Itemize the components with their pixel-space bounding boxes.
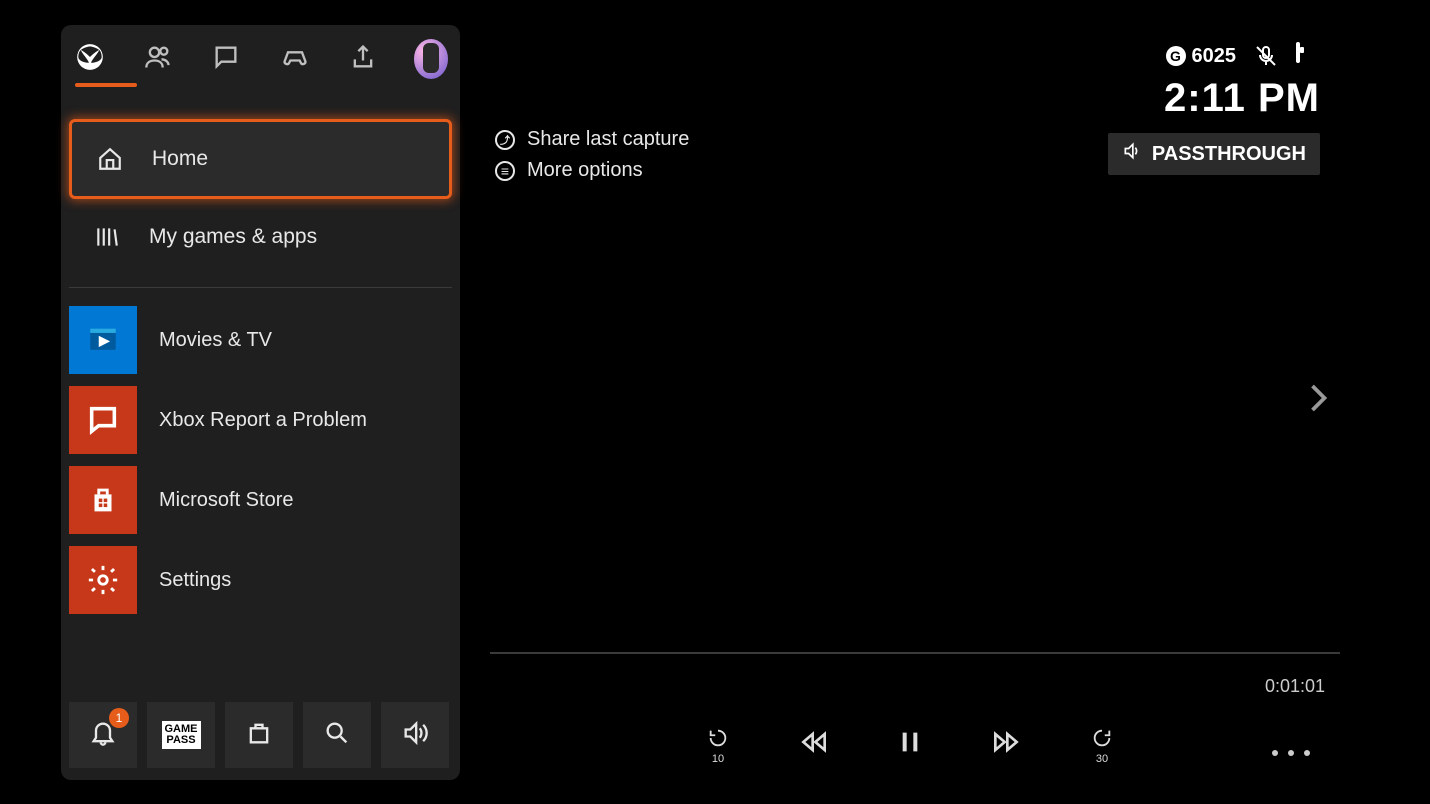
guide-tab-controller[interactable] bbox=[278, 39, 312, 79]
playback-controls: 10 30 bbox=[490, 724, 1330, 764]
skip-forward-button[interactable]: 30 bbox=[1082, 724, 1122, 764]
gamepass-icon: GAME PASS bbox=[162, 721, 201, 749]
guide-body: Home My games & apps Movies & TV Xbox Re… bbox=[61, 79, 460, 692]
people-icon bbox=[144, 43, 172, 76]
app-label: Microsoft Store bbox=[159, 489, 293, 512]
home-icon bbox=[96, 145, 124, 173]
speaker-icon bbox=[1122, 141, 1142, 167]
next-page-chevron[interactable] bbox=[1299, 380, 1335, 421]
settings-tile-icon bbox=[69, 546, 137, 614]
chevron-right-icon bbox=[1299, 403, 1335, 420]
movies-tv-tile-icon bbox=[69, 306, 137, 374]
search-icon bbox=[323, 719, 351, 752]
gamerscore-chip: G 6025 bbox=[1166, 45, 1237, 68]
app-label: Settings bbox=[159, 569, 231, 592]
app-report-problem[interactable]: Xbox Report a Problem bbox=[69, 380, 452, 460]
duration-label: 0:01:01 bbox=[1265, 676, 1325, 697]
guide-footer: 1 GAME PASS bbox=[61, 692, 460, 780]
nav-my-games-apps[interactable]: My games & apps bbox=[69, 199, 452, 275]
play-pause-button[interactable] bbox=[890, 724, 930, 764]
mic-muted-icon bbox=[1254, 44, 1278, 68]
context-options: ⤴ Share last capture More options bbox=[495, 128, 689, 182]
audio-mode-badge: PASSTHROUGH bbox=[1108, 133, 1320, 175]
skip-forward-icon: 30 bbox=[1091, 727, 1113, 761]
status-bar: G 6025 2:11 PM PASSTHROUGH bbox=[1108, 44, 1320, 175]
gamerscore-icon: G bbox=[1166, 46, 1186, 66]
notifications-badge: 1 bbox=[109, 708, 129, 728]
speaker-icon bbox=[401, 719, 429, 752]
store-tile-icon bbox=[69, 466, 137, 534]
playback-more-button[interactable] bbox=[1272, 750, 1310, 756]
library-icon bbox=[93, 223, 121, 251]
share-capture-label: Share last capture bbox=[527, 128, 689, 151]
share-icon bbox=[349, 43, 377, 76]
fast-forward-button[interactable] bbox=[986, 724, 1026, 764]
pause-icon bbox=[894, 726, 926, 763]
active-tab-indicator bbox=[75, 83, 137, 87]
footer-search-button[interactable] bbox=[303, 702, 371, 768]
guide-tab-people[interactable] bbox=[141, 39, 175, 79]
audio-mode-label: PASSTHROUGH bbox=[1152, 143, 1306, 166]
nav-games-label: My games & apps bbox=[149, 225, 317, 249]
guide-tab-share[interactable] bbox=[346, 39, 380, 79]
guide-tab-xbox[interactable] bbox=[73, 39, 107, 79]
more-options-label: More options bbox=[527, 159, 643, 182]
app-microsoft-store[interactable]: Microsoft Store bbox=[69, 460, 452, 540]
share-button-icon: ⤴ bbox=[495, 130, 515, 150]
guide-tab-chat[interactable] bbox=[209, 39, 243, 79]
app-settings[interactable]: Settings bbox=[69, 540, 452, 620]
battery-icon bbox=[1296, 44, 1320, 68]
controller-icon bbox=[281, 43, 309, 76]
app-label: Movies & TV bbox=[159, 329, 272, 352]
skip-back-button[interactable]: 10 bbox=[698, 724, 738, 764]
guide-tab-row bbox=[61, 25, 460, 79]
footer-notifications-button[interactable]: 1 bbox=[69, 702, 137, 768]
app-label: Xbox Report a Problem bbox=[159, 409, 367, 432]
report-problem-tile-icon bbox=[69, 386, 137, 454]
shopping-bag-icon bbox=[245, 719, 273, 752]
gamerscore-value: 6025 bbox=[1192, 45, 1237, 68]
xbox-guide-panel: Home My games & apps Movies & TV Xbox Re… bbox=[61, 25, 460, 780]
fast-forward-icon bbox=[990, 726, 1022, 763]
footer-store-button[interactable] bbox=[225, 702, 293, 768]
nav-home[interactable]: Home bbox=[69, 119, 452, 199]
footer-gamepass-button[interactable]: GAME PASS bbox=[147, 702, 215, 768]
xbox-logo-icon bbox=[76, 43, 104, 76]
app-movies-tv[interactable]: Movies & TV bbox=[69, 300, 452, 380]
nav-home-label: Home bbox=[152, 147, 208, 171]
rewind-icon bbox=[798, 726, 830, 763]
footer-audio-button[interactable] bbox=[381, 702, 449, 768]
rewind-button[interactable] bbox=[794, 724, 834, 764]
skip-back-icon: 10 bbox=[707, 727, 729, 761]
share-last-capture-option[interactable]: ⤴ Share last capture bbox=[495, 128, 689, 151]
chat-icon bbox=[212, 43, 240, 76]
guide-divider bbox=[69, 287, 452, 288]
more-options-option[interactable]: More options bbox=[495, 159, 689, 182]
status-icons-row: G 6025 bbox=[1166, 44, 1321, 68]
clock: 2:11 PM bbox=[1164, 76, 1320, 121]
playback-timeline[interactable] bbox=[490, 652, 1340, 654]
profile-avatar[interactable] bbox=[414, 39, 448, 79]
menu-button-icon bbox=[495, 161, 515, 181]
